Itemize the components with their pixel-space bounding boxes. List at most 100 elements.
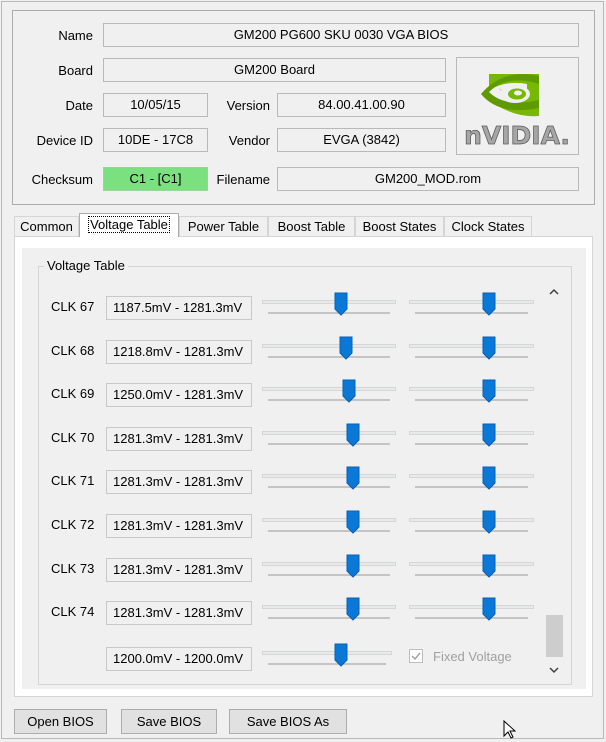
slider-thumb[interactable] <box>346 554 360 578</box>
slider-tick <box>268 530 390 532</box>
version-field[interactable]: 84.00.41.00.90 <box>277 93 446 117</box>
slider-track <box>262 605 396 610</box>
open-bios-button[interactable]: Open BIOS <box>14 709 107 734</box>
tab-boost-table[interactable]: Boost Table <box>268 216 355 237</box>
voltage-range-field[interactable]: 1281.3mV - 1281.3mV <box>106 601 252 626</box>
slider-thumb[interactable] <box>482 466 496 491</box>
slider-tick <box>268 399 390 402</box>
max-voltage-slider[interactable] <box>409 379 534 403</box>
slider-thumb[interactable] <box>482 554 496 578</box>
slider-tick <box>415 312 528 314</box>
fixed-voltage-slider[interactable] <box>262 643 392 667</box>
max-voltage-slider[interactable] <box>409 336 534 360</box>
voltage-range-field[interactable]: 1250.0mV - 1281.3mV <box>106 383 252 408</box>
slider-thumb[interactable] <box>339 336 353 360</box>
min-voltage-slider[interactable] <box>262 466 396 491</box>
slider-tick <box>268 573 390 576</box>
slider-thumb[interactable] <box>334 643 348 667</box>
scroll-down-icon[interactable] <box>544 661 564 679</box>
min-voltage-slider[interactable] <box>262 336 396 360</box>
slider-track <box>262 300 396 304</box>
clk-label: CLK 69 <box>51 386 95 402</box>
slider-track <box>262 474 396 479</box>
tab-common[interactable]: Common <box>14 216 79 237</box>
min-voltage-slider[interactable] <box>262 292 396 316</box>
slider-thumb[interactable] <box>346 466 360 491</box>
slider-track <box>262 561 396 566</box>
clk-label: CLK 74 <box>51 604 95 620</box>
slider-tick <box>415 399 528 402</box>
voltage-range-field[interactable]: 1281.3mV - 1281.3mV <box>106 426 252 451</box>
slider-thumb[interactable] <box>482 423 496 447</box>
slider-track <box>409 430 534 435</box>
save-bios-button[interactable]: Save BIOS <box>121 709 217 734</box>
min-voltage-slider[interactable] <box>262 554 396 578</box>
slider-track <box>409 300 534 304</box>
slider-thumb[interactable] <box>334 292 348 316</box>
slider-thumb[interactable] <box>346 510 360 534</box>
device-id-field[interactable]: 10DE - 17C8 <box>103 128 208 152</box>
mouse-cursor-icon <box>503 719 517 742</box>
tab-clock-states[interactable]: Clock States <box>444 216 532 237</box>
clk-label: CLK 68 <box>51 342 95 358</box>
board-field[interactable]: GM200 Board <box>103 58 446 82</box>
voltage-range-field[interactable]: 1281.3mV - 1281.3mV <box>106 470 252 495</box>
slider-thumb[interactable] <box>346 423 360 447</box>
filename-field[interactable]: GM200_MOD.rom <box>277 167 579 191</box>
board-label: Board <box>58 63 93 78</box>
save-bios-as-button[interactable]: Save BIOS As <box>229 709 347 734</box>
max-voltage-slider[interactable] <box>409 597 534 621</box>
max-voltage-slider[interactable] <box>409 554 534 578</box>
slider-thumb[interactable] <box>482 379 496 403</box>
vendor-field[interactable]: EVGA (3842) <box>277 128 446 152</box>
checksum-field[interactable]: C1 - [C1] <box>103 167 208 191</box>
min-voltage-slider[interactable] <box>262 379 396 403</box>
max-voltage-slider[interactable] <box>409 423 534 447</box>
date-field[interactable]: 10/05/15 <box>103 93 208 117</box>
date-label: Date <box>65 98 93 113</box>
tab-power-table[interactable]: Power Table <box>179 216 268 237</box>
max-voltage-slider[interactable] <box>409 292 534 316</box>
min-voltage-slider[interactable] <box>262 423 396 447</box>
scroll-up-icon[interactable] <box>544 283 564 301</box>
slider-track <box>409 561 534 566</box>
voltage-range-field[interactable]: 1187.5mV - 1281.3mV <box>106 296 252 320</box>
slider-thumb[interactable] <box>482 597 496 621</box>
nvidia-logo: nVIDIA. <box>456 57 579 155</box>
slider-tick <box>268 486 390 489</box>
slider-thumb[interactable] <box>482 510 496 534</box>
fixed-voltage-label: Fixed Voltage <box>433 649 512 664</box>
slider-thumb[interactable] <box>342 379 356 403</box>
vendor-label: Vendor <box>228 133 270 148</box>
vertical-scrollbar[interactable] <box>544 283 564 679</box>
slider-thumb[interactable] <box>346 597 360 621</box>
min-voltage-slider[interactable] <box>262 510 396 534</box>
name-field[interactable]: GM200 PG600 SKU 0030 VGA BIOS <box>103 23 579 47</box>
max-voltage-slider[interactable] <box>409 510 534 534</box>
check-icon <box>411 652 421 661</box>
slider-tick <box>415 573 528 576</box>
fixed-voltage-checkbox[interactable] <box>409 649 423 663</box>
tab-voltage-table[interactable]: Voltage Table <box>79 213 179 237</box>
slider-track <box>262 651 392 655</box>
slider-thumb[interactable] <box>482 336 496 360</box>
slider-track <box>409 518 534 522</box>
clk-label: CLK 71 <box>51 473 95 489</box>
min-voltage-slider[interactable] <box>262 597 396 621</box>
max-voltage-slider[interactable] <box>409 466 534 491</box>
slider-tick <box>415 617 528 620</box>
slider-thumb[interactable] <box>482 292 496 316</box>
tab-boost-states[interactable]: Boost States <box>355 216 444 237</box>
voltage-range-field[interactable]: 1218.8mV - 1281.3mV <box>106 339 252 364</box>
slider-track <box>262 430 396 435</box>
fixed-voltage-value[interactable]: 1200.0mV - 1200.0mV <box>106 647 252 671</box>
scrollbar-thumb[interactable] <box>546 615 563 657</box>
slider-track <box>262 387 396 392</box>
slider-tick <box>415 486 528 489</box>
clk-label: CLK 70 <box>51 429 95 445</box>
voltage-range-field[interactable]: 1281.3mV - 1281.3mV <box>106 557 252 582</box>
voltage-table-title: Voltage Table <box>44 258 128 274</box>
voltage-range-field[interactable]: 1281.3mV - 1281.3mV <box>106 514 252 538</box>
clk-label: CLK 72 <box>51 517 95 532</box>
slider-tick <box>268 442 390 445</box>
